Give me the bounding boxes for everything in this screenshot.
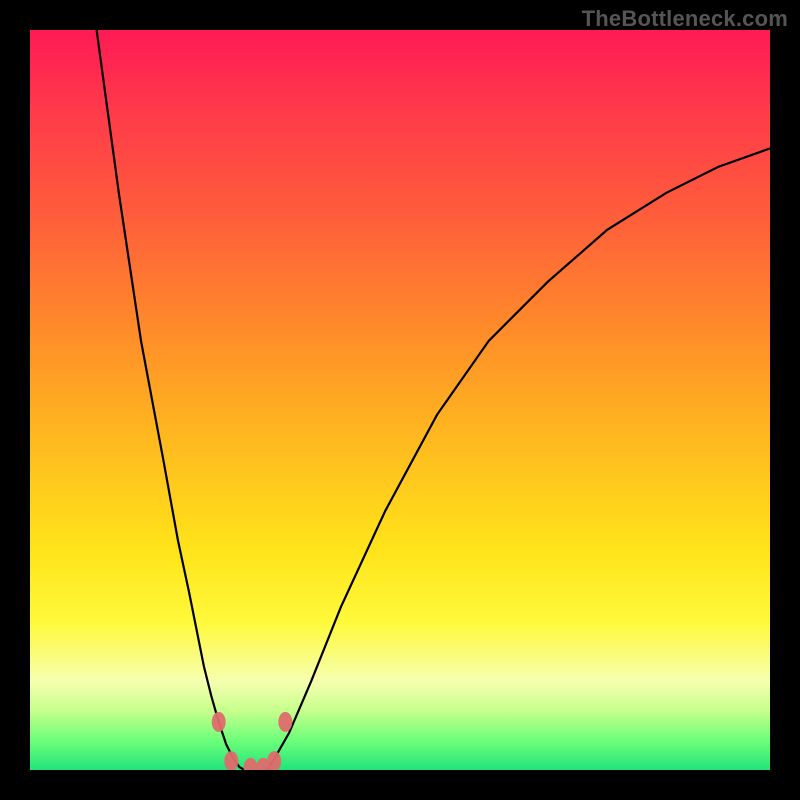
data-marker	[224, 751, 238, 770]
marker-group	[212, 712, 293, 770]
data-marker	[278, 712, 292, 732]
data-marker	[212, 712, 226, 732]
data-marker	[267, 751, 281, 770]
chart-plot-area	[30, 30, 770, 770]
chart-svg	[30, 30, 770, 770]
data-marker	[244, 758, 258, 770]
curve-left	[97, 30, 245, 770]
curve-right	[267, 148, 770, 770]
watermark-label: TheBottleneck.com	[582, 6, 788, 32]
